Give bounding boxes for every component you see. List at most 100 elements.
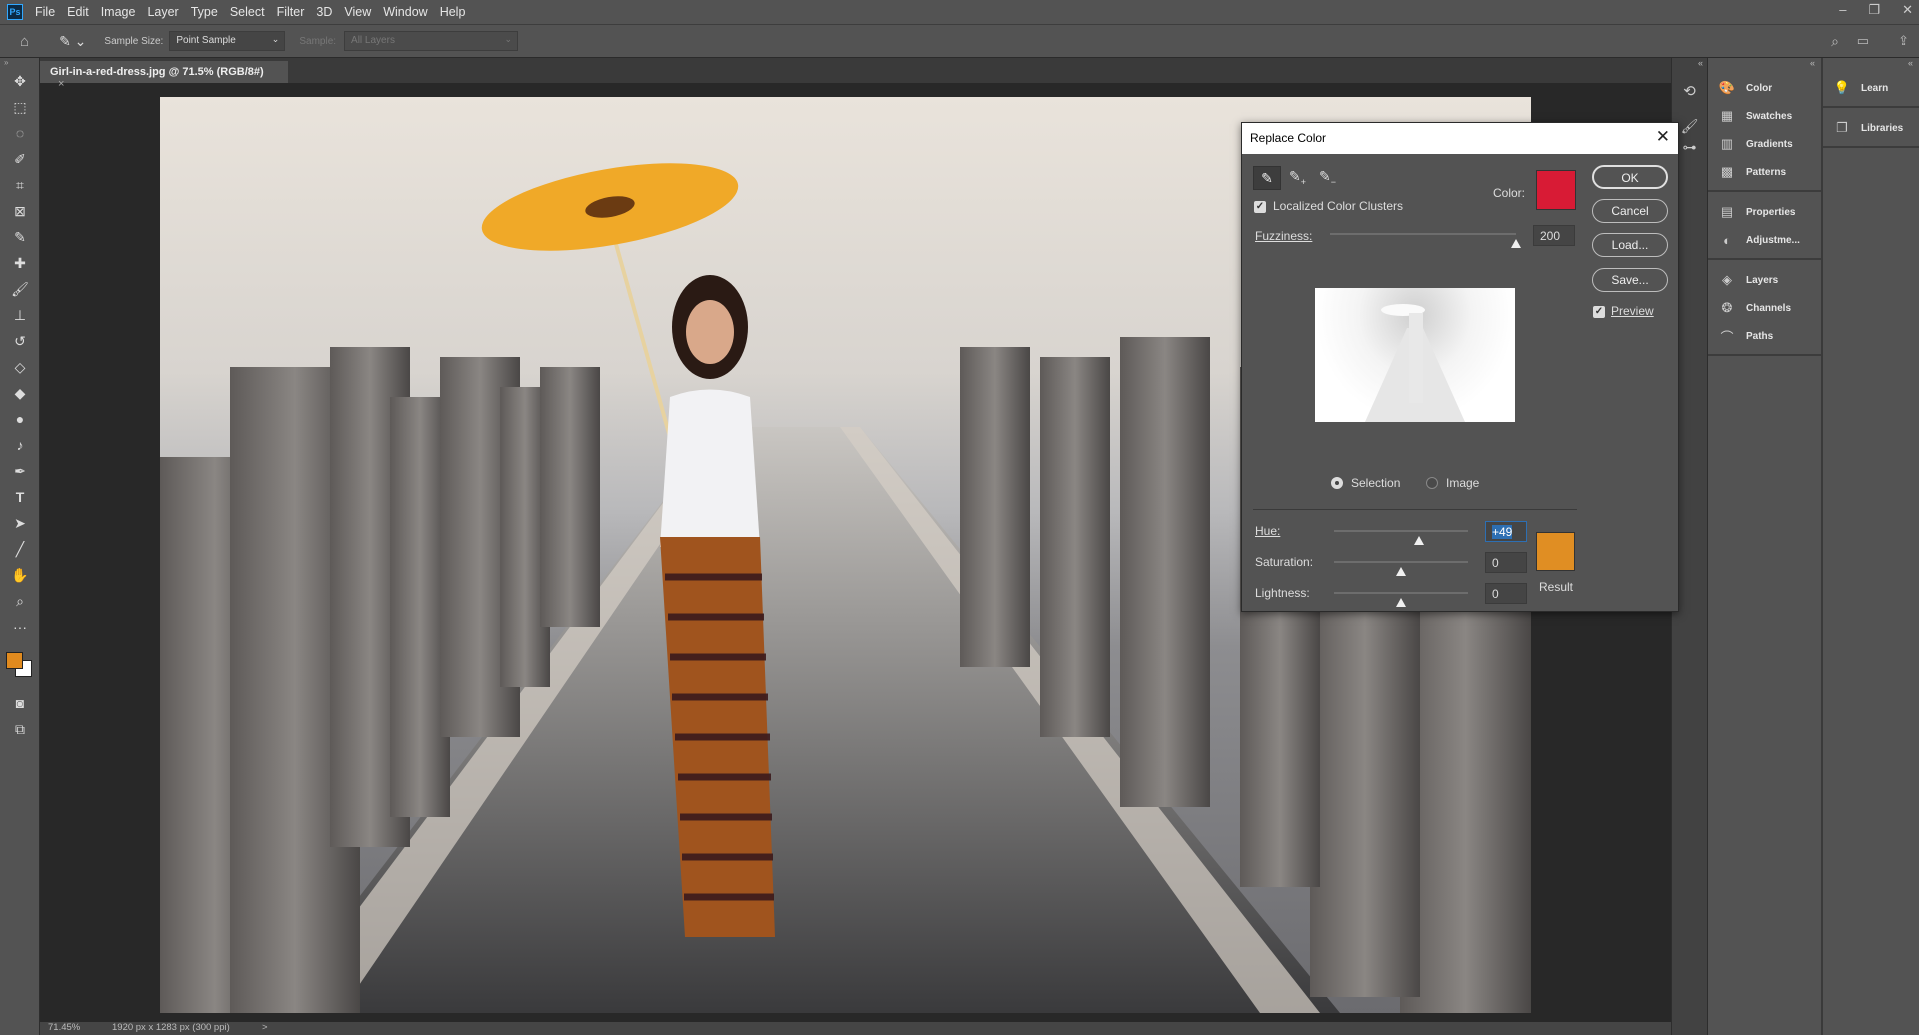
panel-channels[interactable]: ❂ Channels bbox=[1708, 294, 1821, 322]
eraser-tool-icon[interactable]: ◇ bbox=[0, 354, 40, 380]
close-window-button[interactable]: ✕ bbox=[1902, 2, 1913, 18]
fuzziness-input[interactable]: 200 bbox=[1533, 225, 1575, 246]
fuzziness-slider-track[interactable] bbox=[1330, 233, 1516, 235]
menu-select[interactable]: Select bbox=[230, 5, 265, 19]
collapse-icon[interactable]: « bbox=[1672, 58, 1707, 68]
panel-properties[interactable]: ▤ Properties bbox=[1708, 198, 1821, 226]
selection-preview-thumbnail bbox=[1315, 288, 1515, 422]
zoom-level[interactable]: 71.45% bbox=[48, 1022, 80, 1033]
saturation-input[interactable]: 0 bbox=[1485, 552, 1527, 573]
target-color-swatch[interactable] bbox=[1536, 170, 1576, 210]
menu-filter[interactable]: Filter bbox=[277, 5, 305, 19]
localized-color-clusters-checkbox[interactable]: ✓ bbox=[1254, 201, 1266, 213]
move-tool-icon[interactable]: ✥ bbox=[0, 68, 40, 94]
menu-edit[interactable]: Edit bbox=[67, 5, 89, 19]
path-select-icon[interactable]: ➤ bbox=[0, 510, 40, 536]
stamp-tool-icon[interactable]: ⊥ bbox=[0, 302, 40, 328]
panel-libraries[interactable]: ❐ Libraries bbox=[1823, 114, 1919, 142]
menu-type[interactable]: Type bbox=[191, 5, 218, 19]
search-icon[interactable]: ⌕ bbox=[1831, 33, 1839, 50]
lightness-input[interactable]: 0 bbox=[1485, 583, 1527, 604]
saturation-slider-thumb[interactable] bbox=[1396, 567, 1406, 576]
panel-learn[interactable]: 💡 Learn bbox=[1823, 74, 1919, 102]
lasso-tool-icon[interactable]: ◌ bbox=[0, 120, 40, 146]
pen-tool-icon[interactable]: ✒ bbox=[0, 458, 40, 484]
menu-layer[interactable]: Layer bbox=[147, 5, 178, 19]
load-button[interactable]: Load... bbox=[1592, 233, 1668, 257]
hue-input[interactable]: +49 bbox=[1485, 521, 1527, 542]
panel-color[interactable]: 🎨 Color bbox=[1708, 74, 1821, 102]
sample-size-select[interactable]: Point Sample ⌄ bbox=[169, 31, 286, 51]
home-icon[interactable]: ⌂ bbox=[20, 33, 29, 50]
workspace-icon[interactable]: ▭ bbox=[1857, 33, 1869, 49]
hue-slider-track[interactable] bbox=[1334, 530, 1468, 532]
add-to-sample-eyedropper-icon[interactable]: ✎+ bbox=[1289, 168, 1306, 187]
share-icon[interactable]: ⇪ bbox=[1898, 33, 1909, 49]
sample-select[interactable]: All Layers ⌄ bbox=[344, 31, 519, 51]
panel-patterns[interactable]: ▩ Patterns bbox=[1708, 158, 1821, 186]
options-bar: ⌂ ✎ ⌄ Sample Size: Point Sample ⌄ Sample:… bbox=[0, 24, 1919, 58]
expand-icon[interactable]: » bbox=[0, 58, 39, 68]
dodge-tool-icon[interactable]: ♪ bbox=[0, 432, 40, 458]
panel-gradients[interactable]: ▥ Gradients bbox=[1708, 130, 1821, 158]
preview-checkbox[interactable]: ✓ bbox=[1593, 306, 1605, 318]
menu-view[interactable]: View bbox=[344, 5, 371, 19]
tab-close-icon[interactable]: × bbox=[58, 78, 64, 90]
hue-slider-thumb[interactable] bbox=[1414, 536, 1425, 545]
status-menu-arrow[interactable]: > bbox=[262, 1022, 268, 1033]
ok-button[interactable]: OK bbox=[1592, 165, 1668, 189]
lightness-slider-thumb[interactable] bbox=[1396, 598, 1406, 607]
lightness-slider-track[interactable] bbox=[1334, 592, 1468, 594]
save-button[interactable]: Save... bbox=[1592, 268, 1668, 292]
history-brush-icon[interactable]: ↺ bbox=[0, 328, 40, 354]
screen-mode-icon[interactable]: ⧉ bbox=[0, 716, 40, 742]
dialog-close-icon[interactable]: ✕ bbox=[1656, 127, 1670, 147]
saturation-slider-track[interactable] bbox=[1334, 561, 1468, 563]
image-radio[interactable] bbox=[1426, 477, 1438, 489]
subtract-from-sample-eyedropper-icon[interactable]: ✎− bbox=[1319, 168, 1336, 187]
brush-tool-icon[interactable]: 🖌 bbox=[0, 276, 40, 302]
crop-tool-icon[interactable]: ⌗ bbox=[0, 172, 40, 198]
panel-adjustments[interactable]: ◐ Adjustme... bbox=[1708, 226, 1821, 254]
panel-layers[interactable]: ◈ Layers bbox=[1708, 266, 1821, 294]
panel-paths[interactable]: ⌒ Paths bbox=[1708, 322, 1821, 350]
line-tool-icon[interactable]: ╱ bbox=[0, 536, 40, 562]
history-panel-icon[interactable]: ⟲ bbox=[1672, 82, 1707, 100]
eyedropper-button[interactable]: ✎ bbox=[1253, 166, 1281, 190]
cancel-button[interactable]: Cancel bbox=[1592, 199, 1668, 223]
menu-window[interactable]: Window bbox=[383, 5, 427, 19]
menu-file[interactable]: File bbox=[35, 5, 55, 19]
hand-tool-icon[interactable]: ✋ bbox=[0, 562, 40, 588]
restore-button[interactable]: ❐ bbox=[1868, 2, 1880, 18]
paths-icon: ⌒ bbox=[1720, 329, 1734, 345]
marquee-tool-icon[interactable]: ⬚ bbox=[0, 94, 40, 120]
menu-3d[interactable]: 3D bbox=[316, 5, 332, 19]
panel-group-learn: 💡 Learn bbox=[1823, 68, 1919, 108]
result-color-swatch[interactable] bbox=[1536, 532, 1575, 571]
panel-column-2: « 💡 Learn ❐ Libraries bbox=[1821, 58, 1919, 1035]
quick-select-tool-icon[interactable]: ✐ bbox=[0, 146, 40, 172]
frame-tool-icon[interactable]: ⊠ bbox=[0, 198, 40, 224]
menu-image[interactable]: Image bbox=[101, 5, 136, 19]
saturation-label: Saturation: bbox=[1255, 555, 1314, 569]
document-tab[interactable]: Girl-in-a-red-dress.jpg @ 71.5% (RGB/8#)… bbox=[40, 61, 288, 90]
collapse-icon[interactable]: « bbox=[1708, 58, 1821, 68]
eyedropper-preset-icon[interactable]: ✎ ⌄ bbox=[59, 33, 86, 50]
dialog-title-bar[interactable]: Replace Color ✕ bbox=[1242, 123, 1678, 154]
foreground-color-swatch[interactable] bbox=[6, 652, 23, 669]
selection-radio[interactable] bbox=[1331, 477, 1343, 489]
minimize-button[interactable]: – bbox=[1839, 2, 1846, 18]
menu-help[interactable]: Help bbox=[440, 5, 466, 19]
zoom-tool-icon[interactable]: ⌕ bbox=[0, 588, 40, 614]
localized-color-clusters-label: Localized Color Clusters bbox=[1273, 199, 1404, 213]
quick-mask-icon[interactable]: ◙ bbox=[0, 690, 40, 716]
type-tool-icon[interactable]: T bbox=[0, 484, 40, 510]
blur-tool-icon[interactable]: ● bbox=[0, 406, 40, 432]
eyedropper-tool-icon[interactable]: ✎ bbox=[0, 224, 40, 250]
collapse-icon[interactable]: « bbox=[1823, 58, 1919, 68]
healing-brush-icon[interactable]: ✚ bbox=[0, 250, 40, 276]
more-tools-icon[interactable]: ··· bbox=[0, 614, 40, 640]
panel-swatches[interactable]: ▦ Swatches bbox=[1708, 102, 1821, 130]
fuzziness-slider-thumb[interactable] bbox=[1511, 239, 1521, 248]
paint-bucket-icon[interactable]: ◆ bbox=[0, 380, 40, 406]
